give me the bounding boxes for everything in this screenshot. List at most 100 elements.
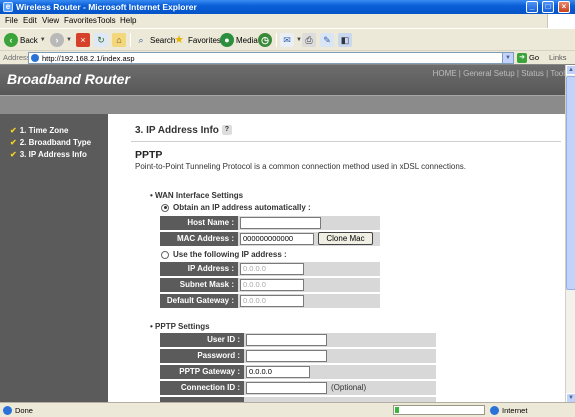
address-url: http://192.168.2.1/index.asp [42,54,135,63]
nav-general-setup[interactable]: General Setup [463,69,515,78]
scroll-thumb[interactable] [566,76,575,290]
static-ip-option[interactable]: Use the following IP address : [161,250,287,259]
pptp-gateway-cell: 0.0.0.0 [244,365,436,379]
home-button[interactable]: ⌂ [112,32,126,48]
page-done-icon [3,406,12,415]
media-label: Media [236,35,258,45]
help-icon[interactable]: ? [221,125,232,136]
ip-address-cell: 0.0.0.0 [238,262,380,276]
back-button[interactable]: ‹ Back ▼ [4,32,46,48]
progress-fill [395,407,399,413]
top-nav: HOME | General Setup | Status | Tool [432,69,565,78]
default-gateway-label: Default Gateway : [160,294,238,308]
refresh-icon: ↻ [94,33,108,47]
router-banner: Broadband Router HOME | General Setup | … [0,65,565,114]
internet-zone-icon [490,406,499,415]
subnet-mask-input[interactable]: 0.0.0.0 [240,279,304,291]
security-zone: Internet [502,406,528,415]
forward-button[interactable]: › ▼ [50,32,72,48]
status-text: Done [15,406,33,415]
messenger-button[interactable]: ◧ [338,32,352,48]
clone-mac-button[interactable]: Clone Mac [318,232,373,245]
home-icon: ⌂ [112,33,126,47]
checkmark-icon: ✔ [10,126,17,135]
checkmark-icon: ✔ [10,150,17,159]
wan-settings-heading: • WAN Interface Settings [150,191,244,200]
ie-logo-icon: e [3,2,13,12]
page-title: 3. IP Address Info? [135,125,232,136]
menu-edit[interactable]: Edit [23,16,37,25]
nav-tool[interactable]: Tool [550,69,565,78]
connection-id-label: Connection ID : [160,381,244,395]
default-gateway-cell: 0.0.0.0 [238,294,380,308]
favorites-button[interactable]: ★ Favorites [172,32,221,48]
media-button[interactable]: ● Media [220,32,258,48]
password-label: Password : [160,349,244,363]
subnet-mask-cell: 0.0.0.0 [238,278,380,292]
menu-view[interactable]: View [42,16,59,25]
history-button[interactable]: ◷ [258,32,272,48]
title-bar: e Wireless Router - Microsoft Internet E… [0,0,575,14]
divider [131,141,561,142]
host-name-cell [238,216,380,230]
search-button[interactable]: ⌕ Search [134,32,175,48]
pptp-gateway-input[interactable]: 0.0.0.0 [246,366,310,378]
maximize-button[interactable]: □ [542,1,554,13]
user-id-cell [244,333,436,347]
refresh-button[interactable]: ↻ [94,32,108,48]
close-button[interactable]: × [558,1,570,13]
edit-button[interactable]: ✎ [320,32,334,48]
messenger-icon: ◧ [338,33,352,47]
print-button[interactable]: ⎙ [302,32,316,48]
status-bar: Done Internet [0,402,575,417]
connection-id-input[interactable] [246,382,327,394]
auto-ip-radio[interactable] [161,203,169,212]
chevron-down-icon: ▼ [66,37,72,43]
address-label: Address [3,53,31,62]
address-bar: Address http://192.168.2.1/index.asp ▼ ➜… [0,50,575,64]
obtain-auto-option[interactable]: Obtain an IP address automatically : [161,203,311,212]
ip-address-label: IP Address : [160,262,238,276]
address-input[interactable]: http://192.168.2.1/index.asp ▼ [28,52,514,64]
mac-address-input[interactable]: 000000000000 [240,233,314,245]
nav-home[interactable]: HOME [433,69,457,78]
mail-icon: ✉ [280,33,294,47]
menu-favorites[interactable]: Favorites [64,16,97,25]
scroll-down-icon[interactable]: ▼ [566,393,575,402]
stop-button[interactable]: × [76,32,90,48]
vertical-scrollbar[interactable]: ▲ ▼ [565,65,575,402]
ip-address-input[interactable]: 0.0.0.0 [240,263,304,275]
scroll-up-icon[interactable]: ▲ [566,65,575,75]
sidebar-item-time-zone[interactable]: ✔ 1. Time Zone [10,126,68,135]
connection-id-cell: (Optional) [244,381,436,395]
static-ip-radio[interactable] [161,250,169,259]
go-button[interactable]: Go [529,53,539,62]
back-label: Back [20,35,38,45]
optional-note: (Optional) [331,383,367,392]
menu-bar: File Edit View Favorites Tools Help [0,14,575,28]
toolbar-divider [276,33,277,47]
mail-button[interactable]: ✉ ▼ [280,32,302,48]
sidebar-item-ip-address-info[interactable]: ✔ 3. IP Address Info [10,150,87,159]
sidebar-item-broadband-type[interactable]: ✔ 2. Broadband Type [10,138,91,147]
progress-bar [393,405,485,415]
password-input[interactable] [246,350,327,362]
window-title: Wireless Router - Microsoft Internet Exp… [16,2,197,12]
host-name-input[interactable] [240,217,321,229]
links-button[interactable]: Links [549,53,567,62]
chevron-down-icon[interactable]: ▼ [502,53,513,63]
nav-status[interactable]: Status [521,69,544,78]
menu-help[interactable]: Help [120,16,136,25]
menu-file[interactable]: File [5,16,18,25]
back-arrow-icon: ‹ [4,33,18,47]
minimize-button[interactable]: _ [526,1,538,13]
pptp-heading: PPTP [135,149,163,161]
go-arrow-icon[interactable]: ➜ [517,53,527,63]
search-icon: ⌕ [138,35,144,45]
pptp-settings-heading: • PPTP Settings [150,322,210,331]
user-id-input[interactable] [246,334,327,346]
toolbar: ‹ Back ▼ › ▼ × ↻ ⌂ ⌕ Search ★ Favorites … [0,28,575,50]
default-gateway-input[interactable]: 0.0.0.0 [240,295,304,307]
page-viewport: Broadband Router HOME | General Setup | … [0,64,575,402]
menu-tools[interactable]: Tools [97,16,116,25]
